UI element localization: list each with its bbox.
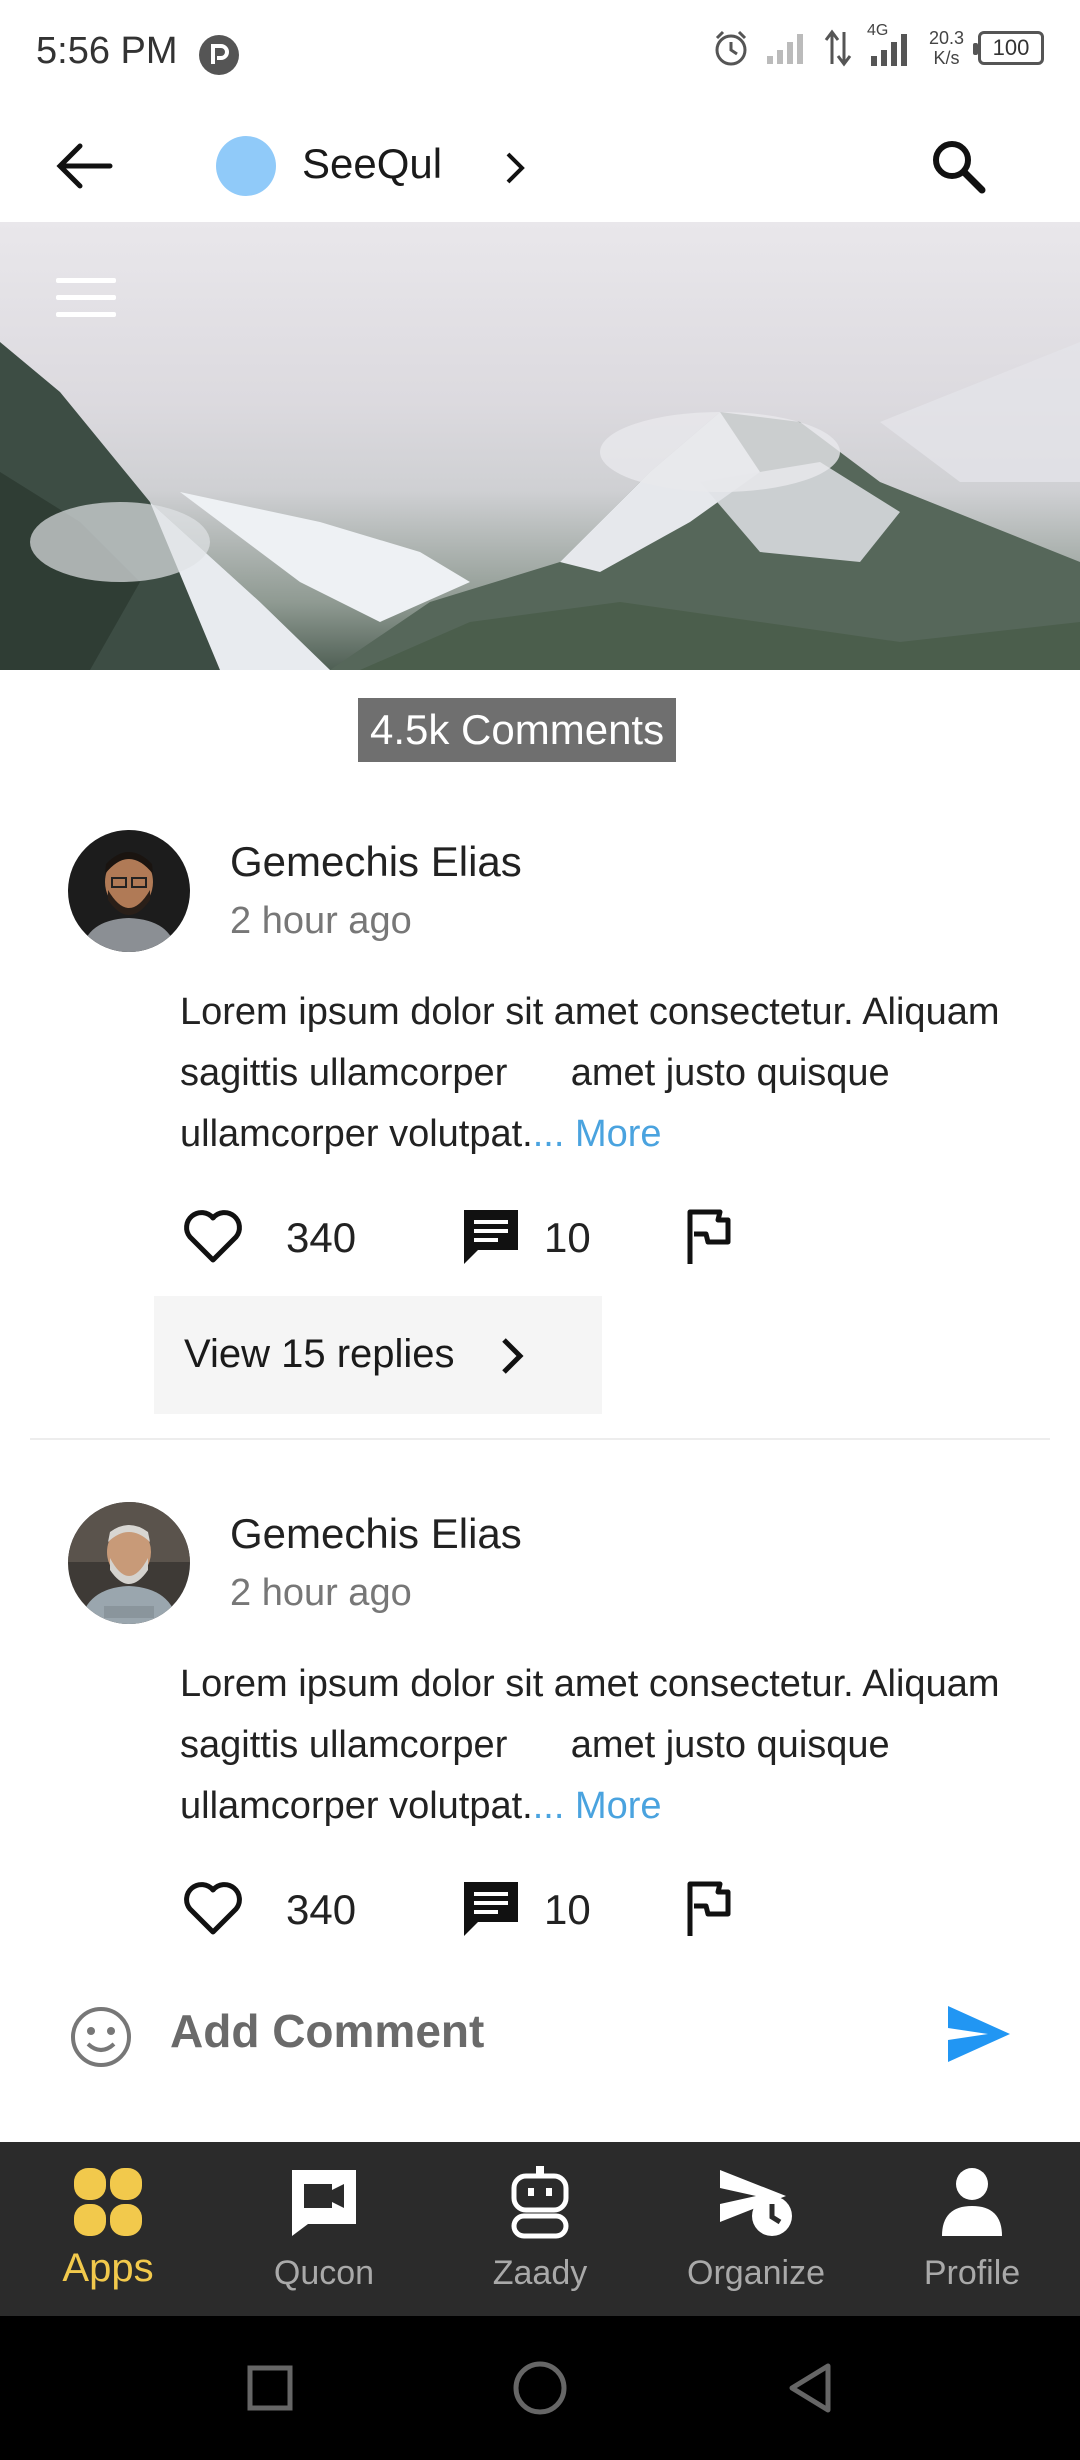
chevron-right-icon [502, 1338, 524, 1374]
comment-icon[interactable] [458, 1204, 524, 1270]
add-comment-input[interactable] [170, 1996, 870, 2066]
home-circle-icon[interactable] [510, 2358, 570, 2418]
avatar[interactable] [68, 830, 190, 952]
status-indicators: 4G 20.3 K/s 100 [711, 22, 1044, 68]
nav-label: Apps [62, 2246, 154, 2290]
channel-avatar[interactable] [216, 136, 276, 196]
bottom-navigation: Apps Qucon Zaady Organize Profile [0, 2142, 1080, 2316]
nav-label: Qucon [273, 2254, 375, 2292]
video-message-icon [292, 2170, 356, 2236]
status-bar: 5:56 PM 4G 20.3 K/s 100 [0, 0, 1080, 110]
comment-icon[interactable] [458, 1876, 524, 1942]
schedule-send-icon [720, 2170, 792, 2236]
recents-square-icon[interactable] [240, 2358, 300, 2418]
data-transfer-icon [824, 29, 852, 67]
comment-text: Lorem ipsum dolor sit amet consectetur. … [180, 982, 1030, 1165]
signal-weak-icon [766, 34, 803, 64]
flag-icon[interactable] [676, 1876, 742, 1942]
apps-grid-icon [74, 2168, 142, 2236]
net-speed-value: 20.3 [928, 28, 964, 48]
nav-label: Zaady [492, 2254, 588, 2292]
status-time: 5:56 PM [36, 30, 178, 72]
alarm-icon [715, 30, 747, 66]
heart-icon[interactable] [180, 1204, 246, 1270]
robot-icon [511, 2166, 569, 2239]
channel-name[interactable]: SeeQul [302, 140, 442, 188]
back-triangle-icon[interactable] [780, 2358, 840, 2418]
nav-label: Profile [923, 2254, 1021, 2292]
chevron-right-icon[interactable] [500, 148, 532, 188]
system-navigation-bar [0, 2316, 1080, 2460]
add-comment-bar [0, 1980, 1080, 2080]
comment-actions: 340 10 [180, 1868, 780, 1948]
net-speed-unit: K/s [933, 48, 960, 68]
pi-status-icon [199, 35, 239, 75]
nav-item-organize[interactable]: Organize [648, 2142, 864, 2316]
view-replies-label: View 15 replies [184, 1332, 455, 1376]
person-icon [942, 2168, 1002, 2236]
like-count: 340 [286, 1886, 357, 1933]
mountain-landscape-image [0, 342, 1080, 670]
comment-time: 2 hour ago [230, 1572, 412, 1614]
nav-item-qucon[interactable]: Qucon [216, 2142, 432, 2316]
more-link[interactable]: ... More [533, 1785, 662, 1827]
search-icon[interactable] [926, 134, 990, 198]
comment-actions: 340 10 [180, 1196, 780, 1276]
nav-item-zaady[interactable]: Zaady [432, 2142, 648, 2316]
emoji-icon[interactable] [68, 2004, 134, 2070]
cover-image [0, 222, 1080, 670]
view-replies-button[interactable]: View 15 replies [154, 1296, 602, 1414]
menu-icon[interactable] [56, 278, 116, 324]
nav-label: Organize [687, 2254, 825, 2292]
more-link[interactable]: ... More [533, 1113, 662, 1155]
reply-count: 10 [544, 1214, 591, 1261]
battery-indicator: 100 [973, 31, 1044, 65]
comment-time: 2 hour ago [230, 900, 412, 942]
back-arrow-icon[interactable] [52, 138, 116, 194]
comment-text: Lorem ipsum dolor sit amet consectetur. … [180, 1654, 1030, 1837]
reply-count: 10 [544, 1886, 591, 1933]
heart-icon[interactable] [180, 1876, 246, 1942]
signal-4g-icon: 4G [867, 22, 915, 68]
comment-author[interactable]: Gemechis Elias [230, 1510, 522, 1558]
send-icon[interactable] [944, 2002, 1014, 2066]
like-count: 340 [286, 1214, 357, 1261]
nav-item-profile[interactable]: Profile [864, 2142, 1080, 2316]
net-speed: 20.3 K/s [929, 28, 964, 68]
comments-count-badge: 4.5k Comments [358, 698, 677, 762]
app-bar: SeeQul [0, 110, 1080, 222]
flag-icon[interactable] [676, 1204, 742, 1270]
comment-divider [30, 1438, 1050, 1440]
comment-author[interactable]: Gemechis Elias [230, 838, 522, 886]
avatar[interactable] [68, 1502, 190, 1624]
nav-item-apps[interactable]: Apps [0, 2142, 216, 2316]
